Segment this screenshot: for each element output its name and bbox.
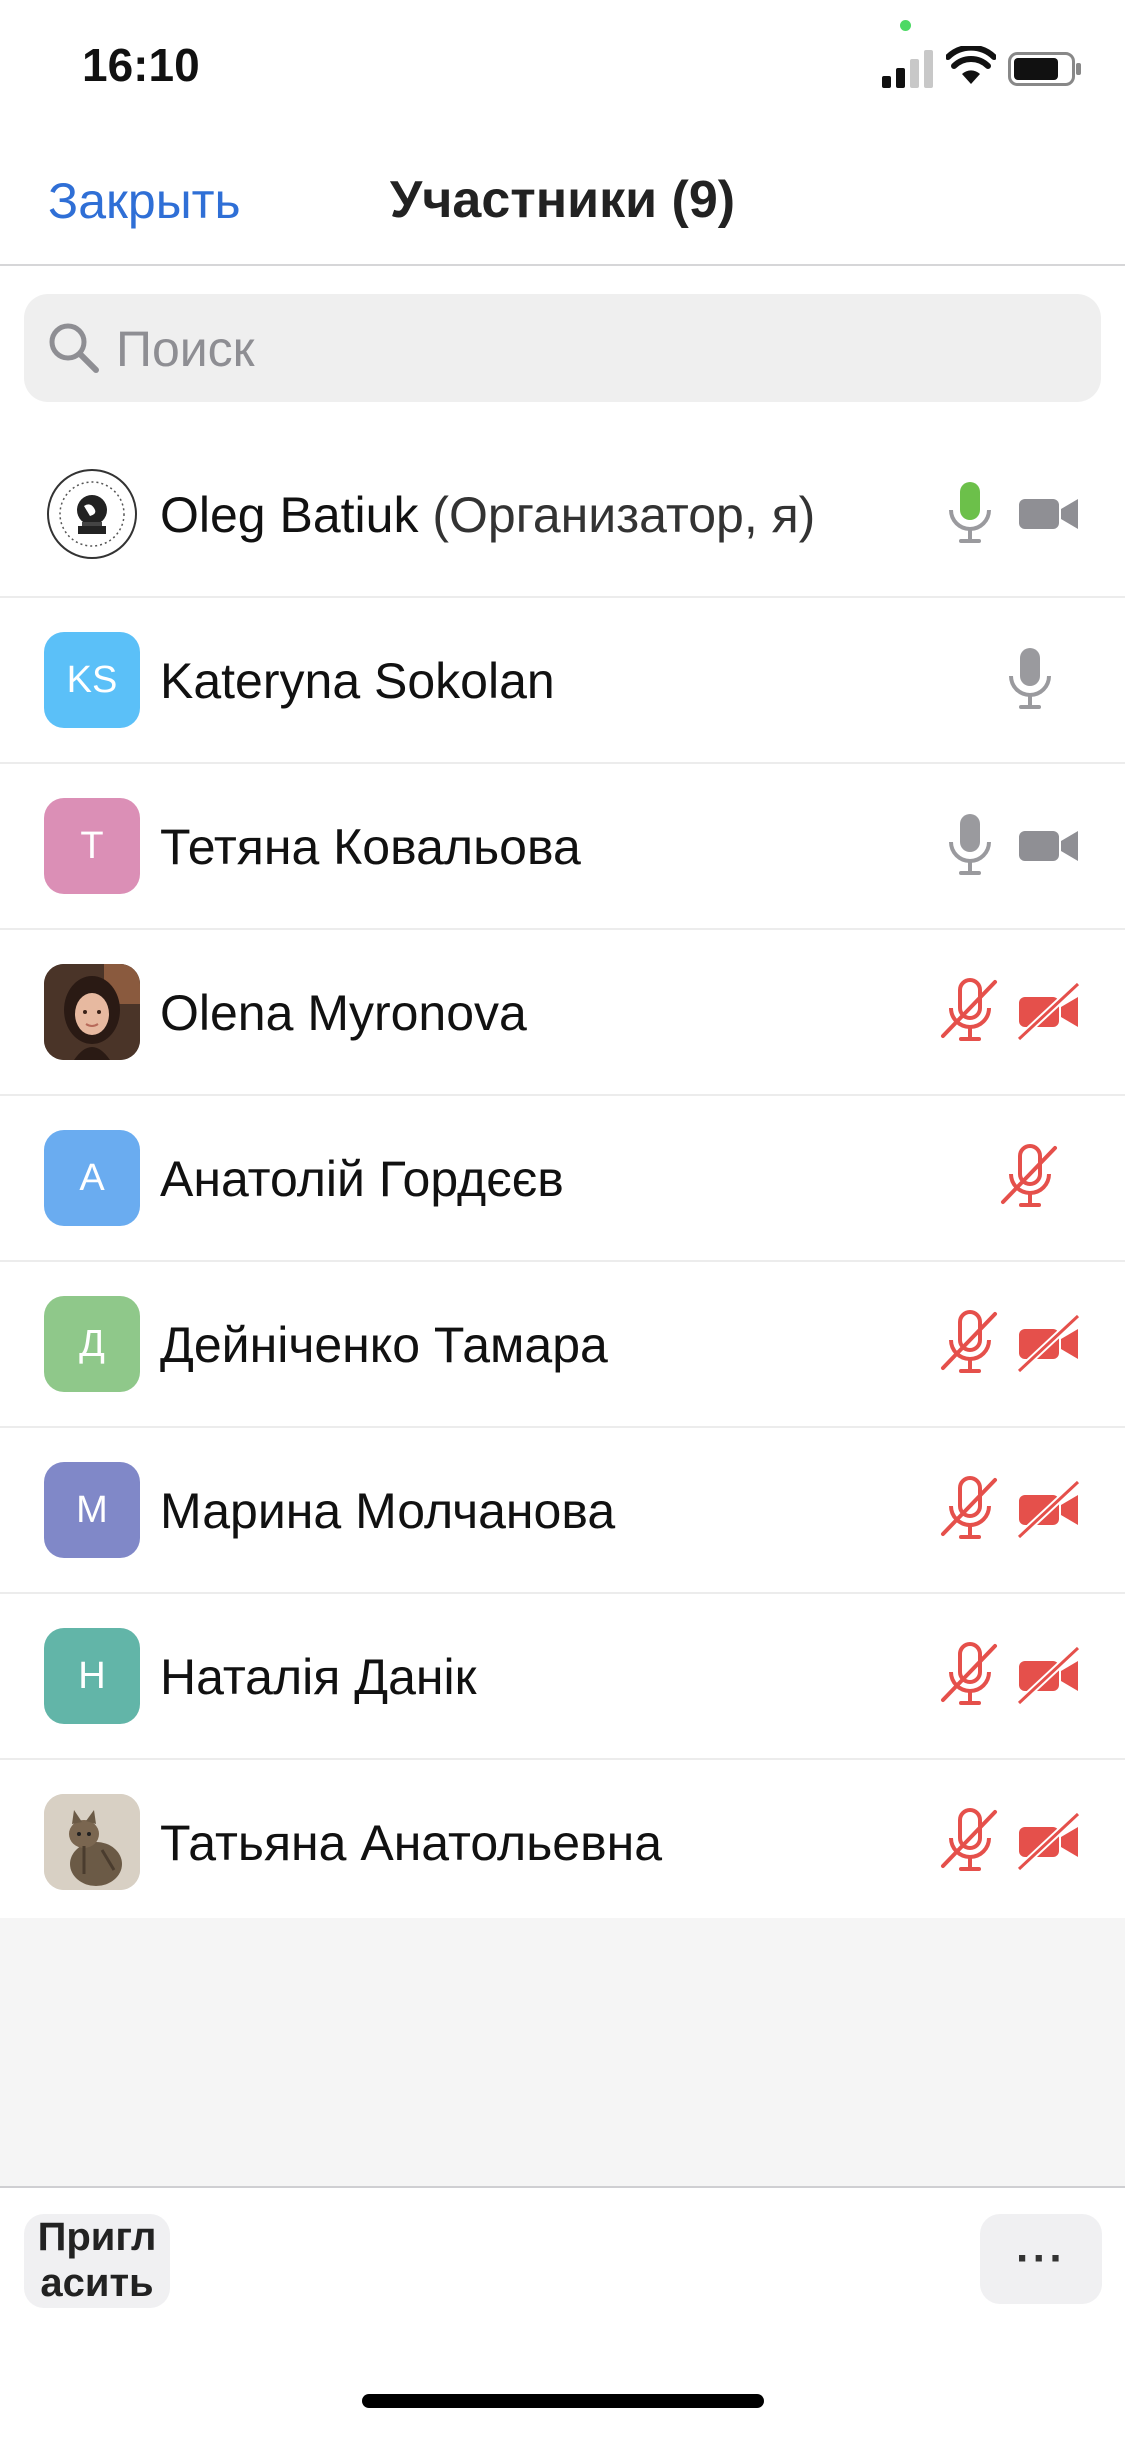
- search-icon: [49, 323, 99, 373]
- search-box[interactable]: [24, 294, 1101, 404]
- microphone-muted-icon[interactable]: [935, 976, 1005, 1046]
- video-camera-off-icon[interactable]: [1015, 1806, 1085, 1876]
- home-indicator[interactable]: [362, 2394, 764, 2408]
- microphone-muted-icon[interactable]: [995, 1142, 1065, 1212]
- participant-name: Oleg Batiuk (Организатор, я): [160, 486, 815, 544]
- avatar: Н: [44, 1628, 140, 1724]
- microphone-muted-icon[interactable]: [935, 1308, 1005, 1378]
- participants-list: Oleg Batiuk (Организатор, я) KS Kateryna…: [0, 432, 1125, 1926]
- empty-list-area: [0, 1918, 1125, 2186]
- participant-row[interactable]: Татьяна Анатольевна: [0, 1760, 1125, 1926]
- participant-name: Татьяна Анатольевна: [160, 1815, 663, 1871]
- participant-name: Kateryna Sokolan: [160, 653, 555, 709]
- avatar: А: [44, 1130, 140, 1226]
- camera-in-use-indicator: [900, 20, 911, 31]
- participant-row[interactable]: Д Дейніченко Тамара: [0, 1262, 1125, 1428]
- profile-photo-cat: [44, 1794, 140, 1890]
- avatar-photo: [44, 964, 140, 1060]
- video-camera-icon[interactable]: [1015, 810, 1085, 880]
- participant-name: Дейніченко Тамара: [160, 1317, 608, 1373]
- microphone-active-icon[interactable]: [935, 478, 1005, 548]
- avatar-photo: [44, 1794, 140, 1890]
- profile-photo-woman: [44, 964, 140, 1060]
- signal-icon: [882, 50, 933, 88]
- avatar: М: [44, 1462, 140, 1558]
- microphone-muted-icon[interactable]: [935, 1474, 1005, 1544]
- avatar: Д: [44, 1296, 140, 1392]
- participant-name: Тетяна Ковальова: [160, 819, 581, 875]
- wifi-icon: [946, 46, 996, 84]
- avatar: KS: [44, 632, 140, 728]
- invite-button[interactable]: Пригл асить: [24, 2214, 170, 2308]
- participant-name-text: Oleg Batiuk: [160, 487, 419, 543]
- battery-icon: [1008, 52, 1081, 86]
- participant-row[interactable]: Olena Myronova: [0, 930, 1125, 1096]
- organization-logo-icon: [47, 469, 137, 559]
- microphone-icon[interactable]: [935, 810, 1005, 880]
- status-time: 16:10: [82, 39, 200, 91]
- participant-row[interactable]: Oleg Batiuk (Организатор, я): [0, 432, 1125, 598]
- more-options-button[interactable]: ···: [980, 2214, 1102, 2304]
- video-camera-off-icon[interactable]: [1015, 1308, 1085, 1378]
- participant-row[interactable]: А Анатолій Гордєєв: [0, 1096, 1125, 1262]
- participant-row[interactable]: М Марина Молчанова: [0, 1428, 1125, 1594]
- microphone-muted-icon[interactable]: [935, 1806, 1005, 1876]
- participant-role: (Организатор, я): [432, 487, 816, 543]
- participant-row[interactable]: Н Наталія Данік: [0, 1594, 1125, 1760]
- microphone-icon[interactable]: [995, 644, 1065, 714]
- participant-name: Olena Myronova: [160, 985, 527, 1041]
- search-input[interactable]: [114, 294, 1068, 404]
- video-camera-icon[interactable]: [1015, 478, 1085, 548]
- participant-row[interactable]: KS Kateryna Sokolan: [0, 598, 1125, 764]
- participant-name: Марина Молчанова: [160, 1483, 616, 1539]
- microphone-muted-icon[interactable]: [935, 1640, 1005, 1710]
- participant-row[interactable]: T Тетяна Ковальова: [0, 764, 1125, 930]
- status-bar: 16:10: [0, 0, 1125, 140]
- participant-name: Анатолій Гордєєв: [160, 1151, 564, 1207]
- video-camera-off-icon[interactable]: [1015, 1474, 1085, 1544]
- header: Закрыть Участники (9): [0, 140, 1125, 266]
- video-camera-off-icon[interactable]: [1015, 1640, 1085, 1710]
- avatar: T: [44, 798, 140, 894]
- participant-name: Наталія Данік: [160, 1649, 477, 1705]
- avatar-logo: [44, 466, 140, 562]
- video-camera-off-icon[interactable]: [1015, 976, 1085, 1046]
- page-title: Участники (9): [389, 171, 736, 229]
